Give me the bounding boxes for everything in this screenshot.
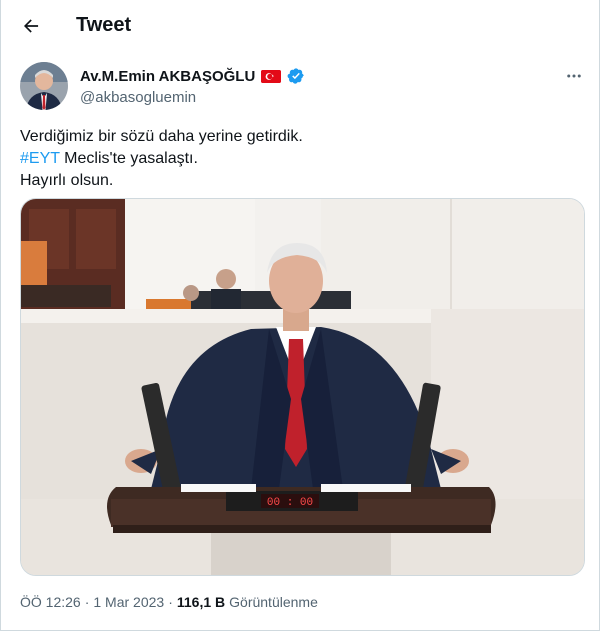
author-name-row: Av.M.Emin AKBAŞOĞLU [80,67,305,85]
meta-separator: · [168,594,173,610]
page-title: Tweet [76,14,132,36]
tweet-date[interactable]: 1 Mar 2023 [93,594,164,610]
tweet-line-3: Hayırlı olsun. [20,172,114,189]
header: Tweet [0,0,600,53]
lectern-timer: 00 : 00 [267,497,313,509]
more-horizontal-icon [567,74,581,78]
avatar[interactable] [20,62,68,110]
author-handle[interactable]: @akbasogluemin [80,89,196,106]
back-button[interactable] [18,13,44,39]
views-label: Görüntülenme [229,594,318,610]
views-count: 116,1 B [176,594,226,610]
tweet-line-2: #EYT Meclis'te yasalaştı. [20,148,303,170]
tweet-meta: ÖÖ 12:26 · 1 Mar 2023 · 116,1 B Görüntül… [20,594,318,610]
verified-badge-icon [287,67,305,85]
tweet-line-1: Verdiğimiz bir sözü daha yerine getirdik… [20,128,303,145]
parliament-speech-photo: 00 : 00 [21,199,584,575]
tweet-time[interactable]: ÖÖ 12:26 [20,594,81,610]
meta-separator: · [84,594,90,610]
more-options-button[interactable] [562,66,586,86]
turkish-flag-icon [261,69,282,83]
hashtag-link[interactable]: #EYT [20,150,60,167]
tweet-text: Verdiğimiz bir sözü daha yerine getirdik… [20,126,303,192]
tweet-line-2-text: Meclis'te yasalaştı. [59,150,198,167]
arrow-left-icon [24,19,39,33]
author-name[interactable]: Av.M.Emin AKBAŞOĞLU [80,68,255,85]
tweet-photo[interactable]: 00 : 00 [20,198,585,576]
